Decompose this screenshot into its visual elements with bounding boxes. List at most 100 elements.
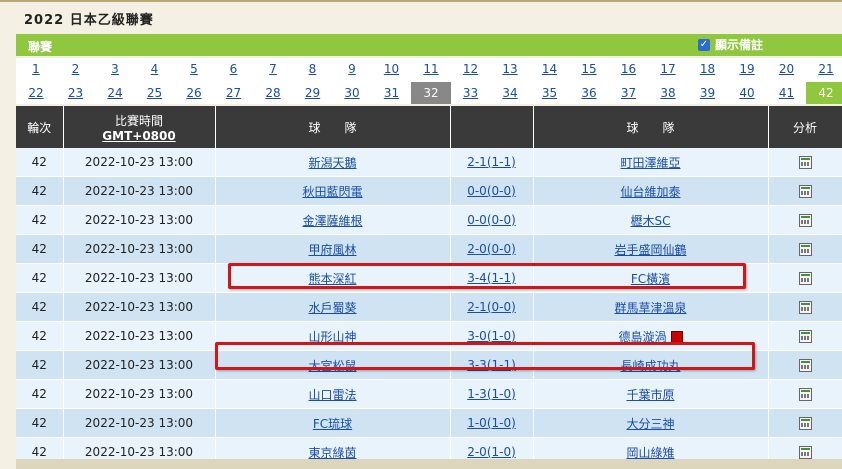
score-link[interactable]: 3-3(1-1) [467,358,516,372]
analysis-icon[interactable] [798,156,812,169]
analysis-icon[interactable] [798,388,812,401]
round-link-3[interactable]: 3 [95,58,135,80]
round-link-33[interactable]: 33 [451,82,491,104]
round-link-13[interactable]: 13 [490,58,530,80]
round-cell: 42 [16,148,64,177]
round-link-9[interactable]: 9 [332,58,372,80]
table-header-row: 輪次 比賽時間 GMT+0800 球 隊 球 隊 分析 [16,106,842,148]
round-link-23[interactable]: 23 [56,82,96,104]
home-team-link[interactable]: 秋田藍閃電 [302,185,362,199]
round-link-18[interactable]: 18 [688,58,728,80]
round-link-34[interactable]: 34 [490,82,530,104]
round-link-27[interactable]: 27 [214,82,254,104]
round-link-16[interactable]: 16 [609,58,649,80]
round-link-11[interactable]: 11 [411,58,451,80]
analysis-icon[interactable] [798,359,812,372]
round-link-6[interactable]: 6 [214,58,254,80]
round-link-36[interactable]: 36 [569,82,609,104]
score-link[interactable]: 0-0(0-0) [467,213,516,227]
score-link[interactable]: 2-1(1-1) [467,155,516,169]
round-link-40[interactable]: 40 [727,82,767,104]
away-team-link[interactable]: FC橫濱 [631,272,670,286]
remark-toggle[interactable]: ✓ 顯示備註 [698,36,763,53]
home-team-link[interactable]: 甲府風林 [308,243,356,257]
analysis-icon[interactable] [798,301,812,314]
round-link-1[interactable]: 1 [16,58,56,80]
score-link[interactable]: 3-4(1-1) [467,271,516,285]
home-team-link[interactable]: 水戶蜀葵 [308,301,356,315]
round-link-8[interactable]: 8 [293,58,333,80]
round-link-17[interactable]: 17 [648,58,688,80]
away-team-link[interactable]: 千葉市原 [626,388,674,402]
analysis-cell [768,321,842,351]
analysis-icon[interactable] [798,185,812,198]
analysis-icon[interactable] [798,214,812,227]
away-team-link[interactable]: 岡山綠雉 [626,446,674,460]
home-team-link[interactable]: 山口雷法 [308,388,356,402]
home-team-link[interactable]: 大宮松鼠 [308,359,356,373]
round-link-35[interactable]: 35 [530,82,570,104]
round-link-31[interactable]: 31 [372,82,412,104]
score-cell: 1-3(1-0) [450,379,534,409]
round-link-14[interactable]: 14 [530,58,570,80]
score-cell: 2-1(1-1) [450,148,534,177]
round-link-22[interactable]: 22 [16,82,56,104]
away-team-link[interactable]: 長崎成功丸 [620,359,680,373]
round-link-4[interactable]: 4 [135,58,175,80]
home-team-cell: 熊本深紅 [215,263,451,293]
round-link-26[interactable]: 26 [174,82,214,104]
round-link-41[interactable]: 41 [767,82,807,104]
round-selector: 1 2 3 4 5 6 7 8 9 10 11 12 13 14 15 16 17 18 19 20 21 22 23 24… [16,58,842,104]
score-link[interactable]: 2-0(0-0) [467,242,516,256]
round-link-15[interactable]: 15 [569,58,609,80]
remark-label: 顯示備註 [715,38,764,52]
home-team-link[interactable]: 東京綠茵 [308,446,356,460]
away-team-cell: 長崎成功丸 [533,350,769,380]
away-team-link[interactable]: 群馬草津溫泉 [614,301,686,315]
away-team-link[interactable]: 岩手盛岡仙鶴 [614,243,686,257]
round-link-12[interactable]: 12 [451,58,491,80]
round-link-42[interactable]: 42 [806,82,842,104]
round-link-20[interactable]: 20 [767,58,807,80]
timezone-link[interactable]: GMT+0800 [65,129,214,143]
score-link[interactable]: 3-0(1-0) [467,329,516,343]
away-team-link[interactable]: 仙台維加泰 [620,185,680,199]
score-link[interactable]: 0-0(0-0) [467,184,516,198]
header-time-label: 比賽時間 [114,113,163,128]
score-link[interactable]: 1-0(1-0) [467,416,516,430]
checkbox-checked-icon[interactable]: ✓ [698,38,710,51]
round-link-29[interactable]: 29 [293,82,333,104]
round-link-37[interactable]: 37 [609,82,649,104]
round-link-5[interactable]: 5 [174,58,214,80]
round-link-25[interactable]: 25 [135,82,175,104]
analysis-icon[interactable] [798,446,812,459]
round-link-32[interactable]: 32 [411,82,451,104]
round-link-30[interactable]: 30 [332,82,372,104]
round-link-38[interactable]: 38 [648,82,688,104]
analysis-icon[interactable] [798,330,812,343]
round-link-24[interactable]: 24 [95,82,135,104]
score-link[interactable]: 1-3(1-0) [467,387,516,401]
home-team-link[interactable]: 新潟天鵝 [308,156,356,170]
score-link[interactable]: 2-0(1-0) [467,445,516,459]
home-team-link[interactable]: 金澤薩維根 [302,214,362,228]
round-link-21[interactable]: 21 [806,58,842,80]
home-team-link[interactable]: 熊本深紅 [308,272,356,286]
score-link[interactable]: 2-1(0-0) [467,300,516,314]
round-link-19[interactable]: 19 [727,58,767,80]
away-team-link[interactable]: 大分三神 [626,417,674,431]
round-link-7[interactable]: 7 [253,58,293,80]
round-link-10[interactable]: 10 [372,58,412,80]
header-home-team: 球 隊 [215,106,451,148]
analysis-icon[interactable] [798,243,812,256]
away-team-link[interactable]: 櫪木SC [631,214,671,228]
analysis-icon[interactable] [798,272,812,285]
round-link-28[interactable]: 28 [253,82,293,104]
home-team-link[interactable]: FC琉球 [313,417,352,431]
away-team-link[interactable]: 德島漩渦 [618,330,666,344]
analysis-icon[interactable] [798,417,812,430]
home-team-link[interactable]: 山形山神 [308,330,356,344]
round-link-2[interactable]: 2 [56,58,96,80]
away-team-link[interactable]: 町田澤維亞 [620,156,680,170]
round-link-39[interactable]: 39 [688,82,728,104]
